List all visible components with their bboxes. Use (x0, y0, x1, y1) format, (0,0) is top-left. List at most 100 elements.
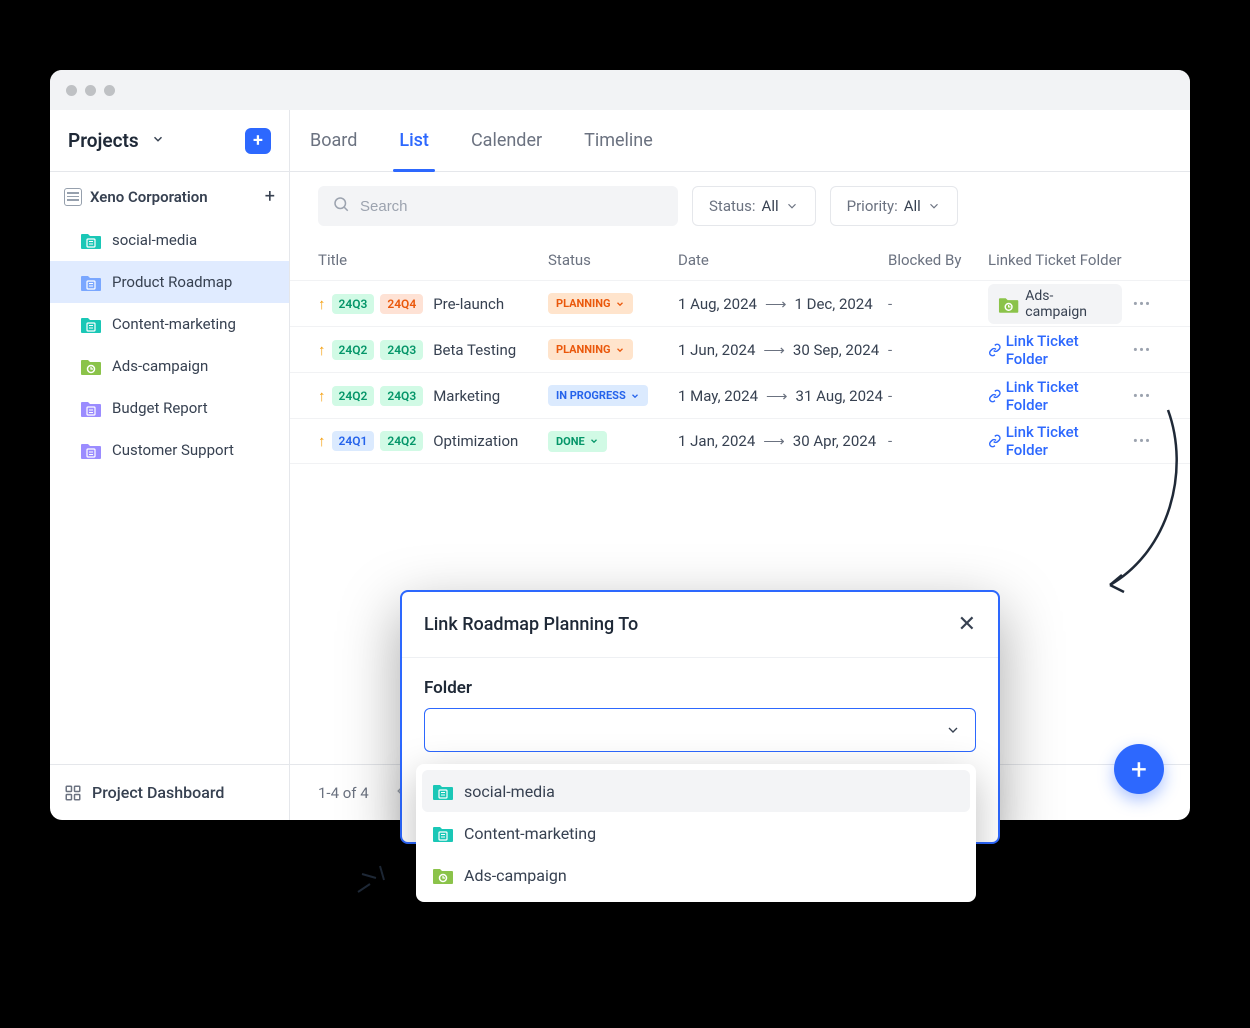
dropdown-option-content-marketing[interactable]: Content-marketing (422, 812, 970, 854)
blocked-by: - (888, 295, 988, 313)
status-pill[interactable]: DONE (548, 431, 607, 452)
chevron-down-icon (927, 199, 941, 213)
fab-add-button[interactable]: + (1114, 744, 1164, 794)
col-header-blocked: Blocked By (888, 251, 988, 269)
tab-list[interactable]: List (399, 110, 429, 172)
table-row[interactable]: ↑ 24Q124Q2 Optimization DONE 1 Jan, 2024… (290, 418, 1190, 464)
org-row[interactable]: Xeno Corporation + (50, 172, 289, 213)
priority-arrow-icon: ↑ (318, 341, 326, 359)
date-end: 1 Dec, 2024 (794, 295, 872, 313)
sidebar-item-label: Content-marketing (112, 315, 236, 333)
folder-icon (80, 272, 102, 292)
status-pill[interactable]: IN PROGRESS (548, 385, 648, 406)
dropdown-option-label: social-media (464, 782, 555, 801)
tab-board[interactable]: Board (310, 110, 357, 172)
sidebar-item-budget-report[interactable]: Budget Report (50, 387, 289, 429)
priority-filter-value: All (904, 197, 921, 215)
modal-title: Link Roadmap Planning To (424, 614, 638, 635)
pager-info: 1-4 of 4 (318, 784, 369, 802)
table-header: Title Status Date Blocked By Linked Tick… (290, 240, 1190, 280)
building-icon (64, 188, 82, 206)
arrow-right-icon: ⟶ (763, 432, 785, 450)
search-input[interactable] (360, 198, 664, 215)
quarter-tag: 24Q2 (380, 431, 423, 451)
add-project-button[interactable]: + (245, 128, 271, 154)
row-title: Optimization (433, 432, 518, 450)
sidebar: Projects + Xeno Corporation + social-med… (50, 110, 290, 820)
folder-select[interactable] (424, 708, 976, 752)
table-row[interactable]: ↑ 24Q224Q3 Marketing IN PROGRESS 1 May, … (290, 372, 1190, 418)
org-name: Xeno Corporation (90, 188, 208, 206)
table-row[interactable]: ↑ 24Q324Q4 Pre-launch PLANNING 1 Aug, 20… (290, 280, 1190, 326)
priority-filter[interactable]: Priority: All (830, 186, 958, 226)
status-filter-label: Status: (709, 197, 756, 215)
status-pill[interactable]: PLANNING (548, 339, 633, 360)
link-ticket-folder-button[interactable]: Link Ticket Folder (988, 332, 1122, 368)
date-start: 1 Jan, 2024 (678, 432, 755, 450)
tab-timeline[interactable]: Timeline (584, 110, 653, 172)
chevron-down-icon[interactable] (151, 131, 165, 150)
dropdown-option-social-media[interactable]: social-media (422, 770, 970, 812)
row-menu-button[interactable]: ••• (1122, 295, 1162, 313)
col-header-status: Status (548, 251, 678, 269)
sidebar-item-customer-support[interactable]: Customer Support (50, 429, 289, 471)
blocked-by: - (888, 432, 988, 450)
sidebar-item-product-roadmap[interactable]: Product Roadmap (50, 261, 289, 303)
col-header-title: Title (318, 251, 548, 269)
date-start: 1 May, 2024 (678, 387, 758, 405)
table-body: ↑ 24Q324Q4 Pre-launch PLANNING 1 Aug, 20… (290, 280, 1190, 464)
status-pill[interactable]: PLANNING (548, 293, 633, 314)
row-title: Beta Testing (433, 341, 516, 359)
sidebar-title: Projects (68, 129, 139, 152)
search-input-wrap[interactable] (318, 186, 678, 226)
row-title: Pre-launch (433, 295, 504, 313)
arrow-right-icon: ⟶ (765, 295, 787, 313)
date-start: 1 Jun, 2024 (678, 341, 755, 359)
folder-icon (80, 314, 102, 334)
close-icon[interactable]: ✕ (958, 612, 976, 637)
quarter-tag: 24Q2 (332, 340, 375, 360)
priority-arrow-icon: ↑ (318, 387, 326, 405)
filter-row: Status: All Priority: All (290, 172, 1190, 240)
date-end: 30 Apr, 2024 (793, 432, 876, 450)
arrow-right-icon: ⟶ (763, 341, 785, 359)
date-end: 31 Aug, 2024 (796, 387, 883, 405)
row-menu-button[interactable]: ••• (1122, 387, 1162, 405)
view-tabs: Board List Calender Timeline (290, 110, 1190, 172)
tab-calender[interactable]: Calender (471, 110, 542, 172)
row-title: Marketing (433, 387, 500, 405)
quarter-tag: 24Q2 (332, 386, 375, 406)
table-row[interactable]: ↑ 24Q224Q3 Beta Testing PLANNING 1 Jun, … (290, 326, 1190, 372)
traffic-light-zoom[interactable] (104, 85, 115, 96)
linked-chip[interactable]: Ads-campaign (988, 284, 1122, 324)
folder-icon (80, 440, 102, 460)
traffic-light-close[interactable] (66, 85, 77, 96)
dropdown-option-ads-campaign[interactable]: Ads-campaign (422, 854, 970, 896)
status-filter-value: All (762, 197, 779, 215)
priority-filter-label: Priority: (847, 197, 898, 215)
sidebar-item-label: Ads-campaign (112, 357, 208, 375)
quarter-tag: 24Q1 (332, 431, 375, 451)
col-header-linked: Linked Ticket Folder (988, 251, 1122, 269)
link-ticket-folder-button[interactable]: Link Ticket Folder (988, 378, 1122, 414)
sidebar-item-social-media[interactable]: social-media (50, 219, 289, 261)
sidebar-footer[interactable]: Project Dashboard (50, 764, 289, 820)
sidebar-item-content-marketing[interactable]: Content-marketing (50, 303, 289, 345)
row-menu-button[interactable]: ••• (1122, 432, 1162, 450)
date-start: 1 Aug, 2024 (678, 295, 757, 313)
col-header-date: Date (678, 251, 888, 269)
status-filter[interactable]: Status: All (692, 186, 816, 226)
quarter-tag: 24Q3 (380, 340, 423, 360)
sidebar-item-ads-campaign[interactable]: Ads-campaign (50, 345, 289, 387)
blocked-by: - (888, 387, 988, 405)
dashboard-icon (64, 784, 82, 802)
traffic-light-minimize[interactable] (85, 85, 96, 96)
window-titlebar (50, 70, 1190, 110)
chevron-down-icon (785, 199, 799, 213)
row-menu-button[interactable]: ••• (1122, 341, 1162, 359)
arrow-right-icon: ⟶ (766, 387, 788, 405)
link-ticket-folder-button[interactable]: Link Ticket Folder (988, 423, 1122, 459)
add-org-icon[interactable]: + (265, 186, 275, 207)
folder-icon (80, 230, 102, 250)
decoration-lines (350, 862, 410, 902)
